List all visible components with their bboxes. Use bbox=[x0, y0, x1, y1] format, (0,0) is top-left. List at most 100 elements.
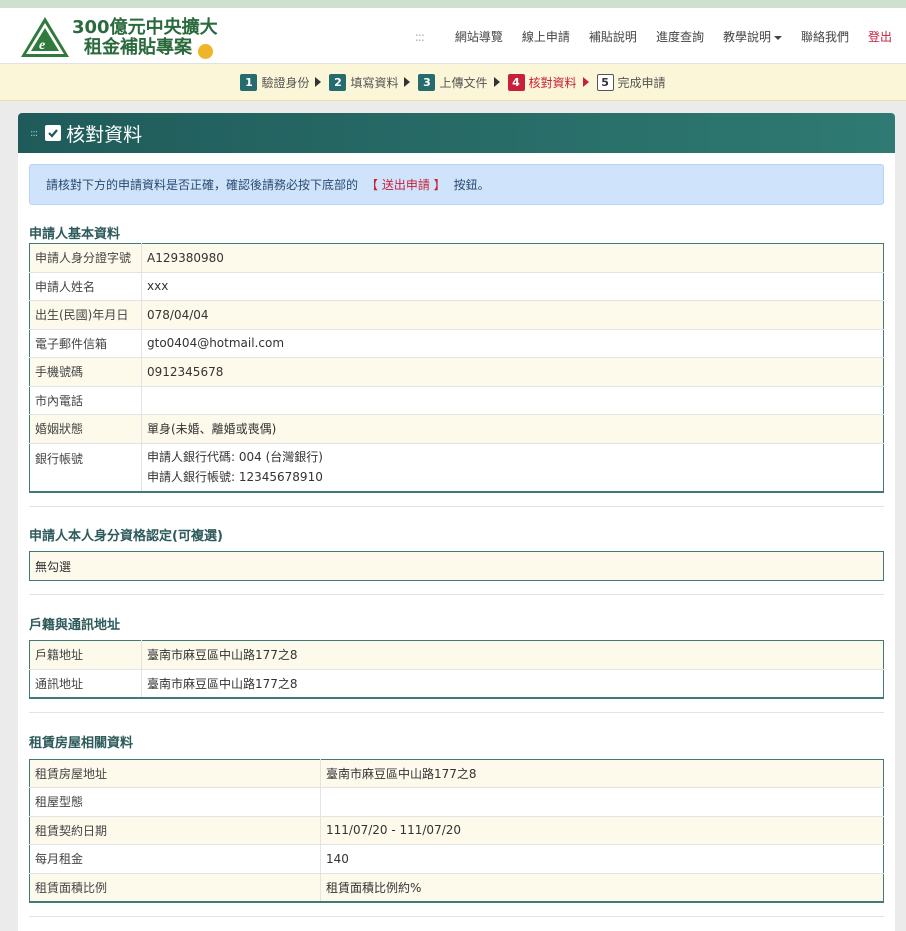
table-row: 租賃房屋地址 臺南市麻豆區中山路177之8 bbox=[29, 759, 884, 788]
section-title-address: 戶籍與通訊地址 bbox=[29, 618, 121, 633]
review-notice: 請核對下方的申請資料是否正確，確認後請務必按下底部的 【 送出申請 】 按鈕。 bbox=[29, 164, 884, 205]
logo-emblem-icon: e bbox=[21, 17, 69, 57]
applicant-table: 申請人身分證字號 A129380980 申請人姓名 xxx 出生(民國)年月日 078… bbox=[29, 243, 884, 493]
nav-tutorial-label: 教學說明 bbox=[722, 30, 771, 44]
bank-account-value: 申請人銀行代碼: 004 (台灣銀行) 申請人銀行帳號: 12345678910 bbox=[141, 442, 884, 492]
table-row: 市內電話 bbox=[29, 385, 884, 415]
row-label: 租屋型態 bbox=[29, 787, 321, 816]
step-number: 2 bbox=[329, 73, 347, 91]
table-row: 租賃契約日期 111/07/20 - 111/07/20 bbox=[29, 815, 884, 845]
row-value: 臺南市麻豆區中山路177之8 bbox=[141, 640, 884, 669]
row-value: 臺南市麻豆區中山路177之8 bbox=[320, 759, 884, 788]
table-row: 手機號碼 0912345678 bbox=[29, 357, 884, 386]
step-2: 2 填寫資料 bbox=[329, 73, 399, 91]
nav-sitemap[interactable]: 網站導覽 bbox=[455, 28, 503, 45]
table-row: 申請人姓名 xxx bbox=[29, 271, 884, 301]
row-value: A129380980 bbox=[141, 243, 884, 272]
row-label: 婚姻狀態 bbox=[29, 414, 142, 443]
step-label: 上傳文件 bbox=[439, 75, 488, 90]
row-label: 每月租金 bbox=[29, 844, 321, 873]
section-title-rental: 租賃房屋相關資料 bbox=[29, 735, 134, 751]
table-row: 戶籍地址 臺南市麻豆區中山路177之8 bbox=[29, 640, 884, 669]
main-nav: ::: 網站導覽 線上申請 補貼說明 進度查詢 教學說明 聯絡我們 登出 bbox=[415, 28, 892, 45]
row-label: 租賃面積比例 bbox=[29, 872, 321, 902]
row-label: 申請人身分證字號 bbox=[29, 243, 142, 272]
step-arrow-icon bbox=[582, 77, 589, 87]
nav-tutorial-dropdown[interactable]: 教學說明 bbox=[723, 28, 782, 45]
nav-subsidy-info[interactable]: 補貼說明 bbox=[589, 28, 637, 45]
row-value: xxx bbox=[141, 271, 884, 301]
divider bbox=[29, 594, 884, 595]
step-number: 3 bbox=[418, 73, 436, 91]
table-row: 租賃面積比例 租賃面積比例約% bbox=[29, 872, 884, 902]
step-number: 4 bbox=[507, 73, 525, 91]
row-value: 140 bbox=[320, 844, 884, 873]
house-icon bbox=[198, 44, 213, 59]
row-label: 通訊地址 bbox=[29, 668, 142, 698]
table-row: 電子郵件信箱 gto0404@hotmail.com bbox=[29, 328, 884, 358]
step-arrow-icon bbox=[404, 77, 411, 87]
section-title-applicant: 申請人基本資料 bbox=[29, 227, 121, 242]
nav-contact[interactable]: 聯絡我們 bbox=[801, 28, 849, 45]
checkbox-check-icon bbox=[45, 125, 62, 141]
table-row: 每月租金 140 bbox=[29, 844, 884, 873]
bank-code-line: 申請人銀行代碼: 004 (台灣銀行) bbox=[147, 450, 323, 465]
row-value: 0912345678 bbox=[141, 357, 884, 386]
logo-title-line2: 租金補貼專案 bbox=[84, 37, 192, 58]
row-label: 租賃房屋地址 bbox=[29, 759, 321, 788]
logo-title-line1: 300億元中央擴大 bbox=[72, 17, 218, 38]
row-label: 市內電話 bbox=[29, 385, 142, 415]
step-1: 1 驗證身份 bbox=[240, 73, 310, 91]
top-strip bbox=[0, 0, 906, 8]
row-value: 111/07/20 - 111/07/20 bbox=[320, 815, 884, 845]
row-label: 戶籍地址 bbox=[29, 640, 142, 669]
divider bbox=[29, 915, 884, 917]
panel-grip-icon: ::: bbox=[30, 127, 38, 139]
review-panel: ::: 核對資料 請核對下方的申請資料是否正確，確認後請務必按下底部的 【 送出… bbox=[18, 113, 895, 931]
step-label: 驗證身份 bbox=[261, 75, 310, 90]
menu-grip-icon: ::: bbox=[414, 29, 425, 44]
notice-submit-highlight: 【 送出申請 】 bbox=[366, 178, 446, 192]
row-label: 手機號碼 bbox=[29, 357, 142, 386]
caret-down-icon bbox=[773, 35, 782, 40]
table-row: 租屋型態 bbox=[29, 787, 884, 816]
section-title-qualification: 申請人本人身分資格認定(可複選) bbox=[29, 529, 223, 544]
step-label: 填寫資料 bbox=[350, 75, 399, 90]
step-number: 5 bbox=[596, 73, 614, 91]
table-row: 銀行帳號 申請人銀行代碼: 004 (台灣銀行) 申請人銀行帳號: 12345678… bbox=[29, 442, 884, 492]
navbar: e 300億元中央擴大 租金補貼專案 ::: 網站導覽 線上申請 補貼說明 進度… bbox=[0, 8, 906, 64]
step-label: 核對資料 bbox=[528, 75, 577, 90]
row-label: 出生(民國)年月日 bbox=[29, 300, 142, 329]
step-number: 1 bbox=[240, 73, 258, 91]
nav-progress[interactable]: 進度查詢 bbox=[656, 28, 704, 45]
svg-text:e: e bbox=[39, 38, 45, 53]
row-value: 078/04/04 bbox=[141, 300, 884, 329]
step-arrow-icon bbox=[493, 77, 500, 87]
step-4-current: 4 核對資料 bbox=[507, 73, 577, 91]
divider bbox=[29, 711, 884, 713]
panel-title: 核對資料 bbox=[66, 123, 143, 146]
row-value: 租賃面積比例約% bbox=[320, 872, 884, 902]
row-label: 租賃契約日期 bbox=[29, 815, 321, 845]
divider bbox=[29, 506, 884, 507]
nav-online-apply[interactable]: 線上申請 bbox=[522, 28, 570, 45]
step-5: 5 完成申請 bbox=[596, 73, 666, 91]
row-value: 臺南市麻豆區中山路177之8 bbox=[141, 668, 884, 698]
row-label: 申請人姓名 bbox=[29, 271, 142, 301]
step-progress-bar: 1 驗證身份 2 填寫資料 3 上傳文件 4 核對資料 5 完成申請 bbox=[0, 64, 906, 101]
row-label: 銀行帳號 bbox=[29, 442, 142, 492]
site-logo[interactable]: e 300億元中央擴大 租金補貼專案 bbox=[20, 16, 220, 59]
row-value: gto0404@hotmail.com bbox=[141, 328, 884, 358]
table-row: 通訊地址 臺南市麻豆區中山路177之8 bbox=[29, 668, 884, 698]
step-label: 完成申請 bbox=[617, 75, 666, 90]
table-row: 申請人身分證字號 A129380980 bbox=[29, 243, 884, 272]
table-row: 出生(民國)年月日 078/04/04 bbox=[29, 300, 884, 329]
notice-text-pre: 請核對下方的申請資料是否正確，確認後請務必按下底部的 bbox=[46, 178, 359, 192]
row-label: 電子郵件信箱 bbox=[29, 328, 142, 358]
logout-link[interactable]: 登出 bbox=[868, 28, 892, 45]
address-table: 戶籍地址 臺南市麻豆區中山路177之8 通訊地址 臺南市麻豆區中山路177之8 bbox=[29, 640, 884, 699]
table-row: 婚姻狀態 單身(未婚、離婚或喪偶) bbox=[29, 414, 884, 443]
row-value: 單身(未婚、離婚或喪偶) bbox=[141, 414, 884, 443]
step-3: 3 上傳文件 bbox=[418, 73, 488, 91]
bank-account-line: 申請人銀行帳號: 12345678910 bbox=[147, 470, 323, 485]
